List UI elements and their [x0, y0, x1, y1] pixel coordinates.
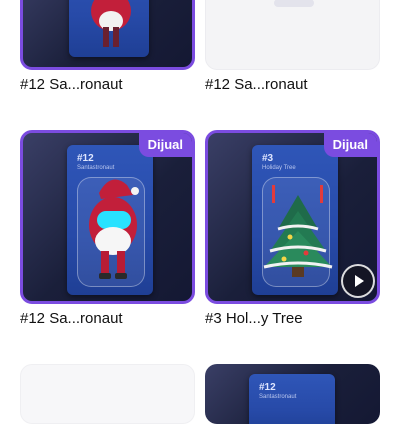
placeholder-shape: [274, 0, 314, 7]
product-card-placeholder[interactable]: [20, 364, 195, 424]
product-packaging: #12 Santastronaut: [249, 374, 335, 424]
for-sale-badge: Dijual: [323, 133, 377, 157]
santa-astronaut-figure: [91, 0, 131, 47]
product-title[interactable]: #12 Sa...ronaut: [20, 310, 123, 327]
play-button[interactable]: [341, 264, 375, 298]
product-card[interactable]: #3 Holiday Tree Dijual: [205, 130, 380, 304]
package-subtitle: Santastronaut: [259, 394, 297, 400]
product-card[interactable]: [20, 0, 195, 70]
product-card[interactable]: #12 Santastronaut Dijual: [20, 130, 195, 304]
product-title[interactable]: #3 Hol...y Tree: [205, 310, 303, 327]
product-title[interactable]: #12 Sa...ronaut: [20, 76, 123, 93]
santa-astronaut-figure: [89, 179, 139, 279]
product-title[interactable]: #12 Sa...ronaut: [205, 76, 308, 93]
play-icon: [355, 275, 364, 287]
for-sale-badge: Dijual: [138, 133, 192, 157]
product-card[interactable]: #12 Santastronaut: [205, 364, 380, 424]
package-number: #12: [259, 382, 276, 393]
product-card-placeholder[interactable]: [205, 0, 380, 70]
